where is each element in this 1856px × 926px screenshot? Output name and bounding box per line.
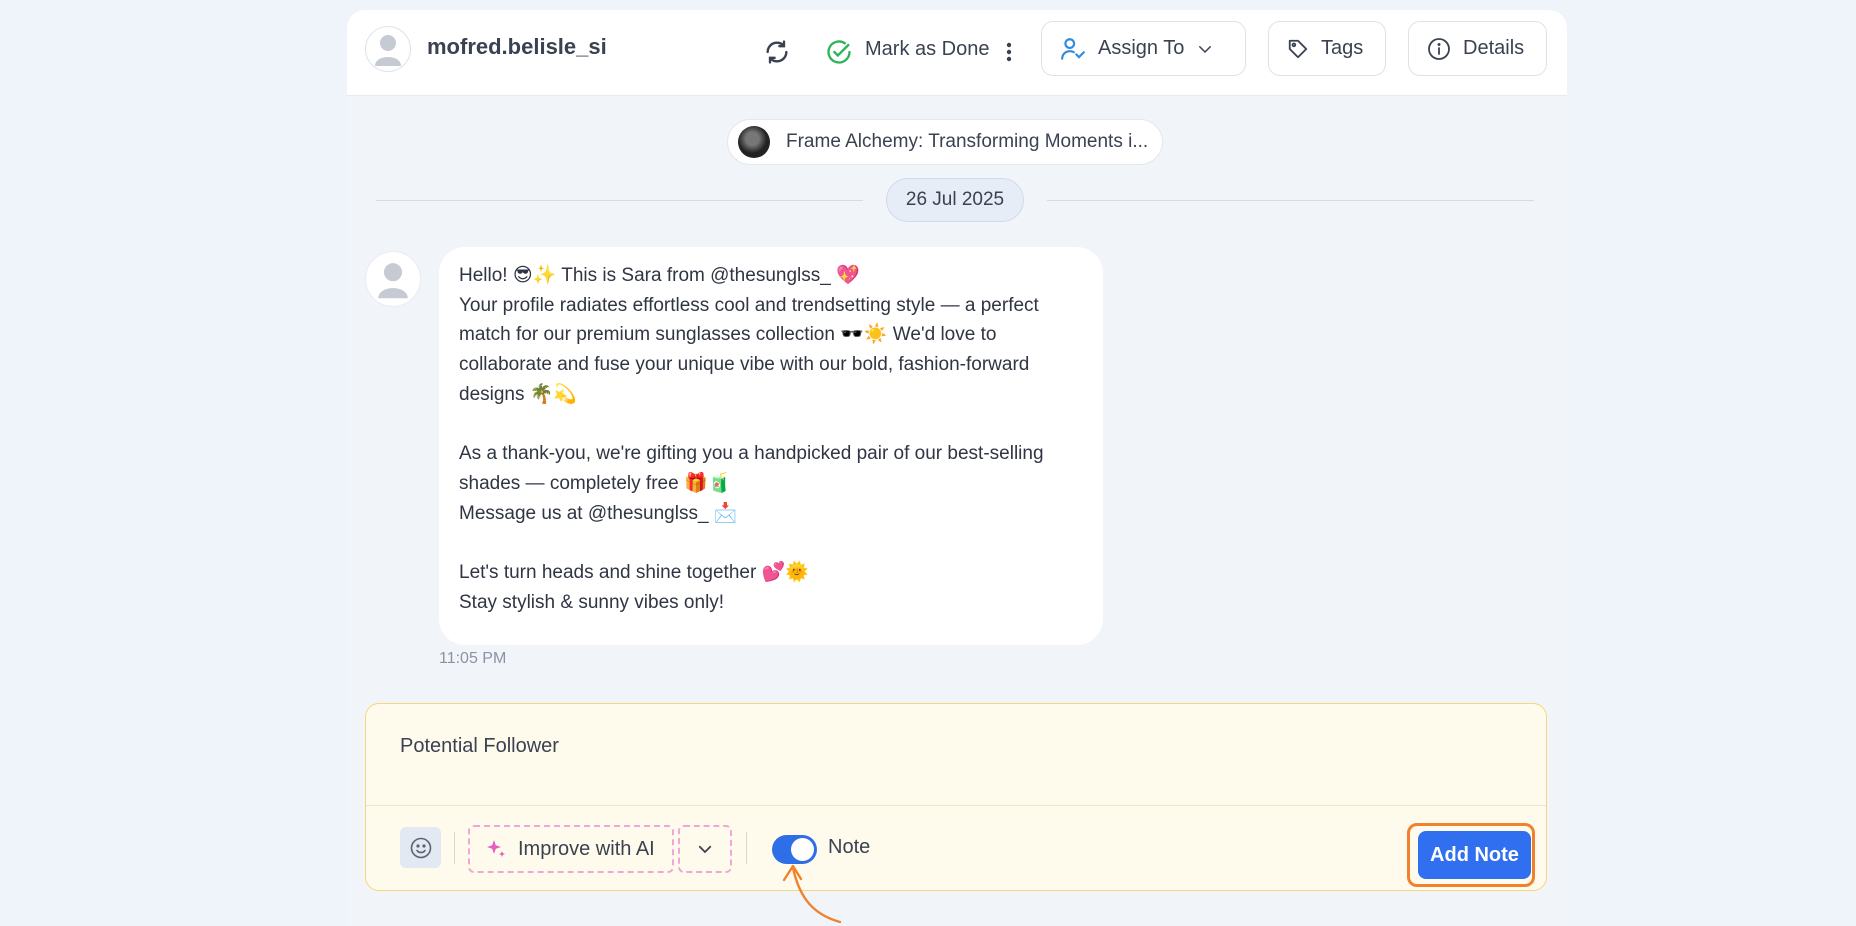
toolbar-separator: [746, 832, 747, 864]
user-avatar[interactable]: [365, 26, 411, 72]
improve-with-ai-button[interactable]: Improve with AI: [468, 825, 674, 873]
sparkle-icon: [487, 840, 505, 857]
chevron-down-icon: [698, 845, 712, 854]
date-separator: 26 Jul 2025: [886, 178, 1024, 222]
pointer-arrow-annotation: [782, 864, 842, 924]
assign-to-label: Assign To: [1098, 37, 1185, 59]
check-circle-icon[interactable]: [823, 36, 855, 68]
message-timestamp: 11:05 PM: [439, 650, 507, 667]
toggle-knob: [791, 838, 814, 861]
post-reference-chip[interactable]: Frame Alchemy: Transforming Moments i...: [727, 119, 1163, 165]
refresh-icon[interactable]: [761, 36, 793, 68]
mark-as-done-button[interactable]: Mark as Done: [865, 38, 990, 61]
tag-icon: [1288, 39, 1308, 58]
info-icon: [1428, 37, 1450, 60]
note-toggle-label: Note: [828, 836, 871, 858]
user-check-icon: [1061, 37, 1085, 60]
message-text: Hello! 😎✨ This is Sara from @thesunglss_…: [459, 265, 1044, 613]
user-avatar-icon: [378, 263, 408, 299]
post-thumbnail: [738, 126, 770, 158]
message-bubble: Hello! 😎✨ This is Sara from @thesunglss_…: [439, 247, 1103, 645]
toolbar-separator: [454, 832, 455, 864]
improve-with-ai-label: Improve with AI: [518, 837, 655, 860]
details-label: Details: [1463, 37, 1525, 59]
note-input[interactable]: Potential Follower: [400, 735, 559, 758]
add-note-button[interactable]: Add Note: [1418, 831, 1531, 879]
ai-options-dropdown[interactable]: [678, 825, 732, 873]
assign-to-button[interactable]: Assign To: [1041, 21, 1246, 76]
post-title: Frame Alchemy: Transforming Moments i...: [786, 131, 1149, 152]
chevron-down-icon: [1199, 45, 1212, 53]
message-sender-avatar: [365, 251, 421, 307]
details-button[interactable]: Details: [1408, 21, 1547, 76]
contact-username: mofred.belisle_si: [427, 34, 607, 59]
note-composer: Potential Follower Improve with AI Note …: [365, 703, 1547, 891]
more-vertical-icon[interactable]: [1001, 37, 1017, 67]
emoji-button[interactable]: [400, 827, 441, 868]
tags-label: Tags: [1321, 37, 1364, 59]
user-avatar-icon: [375, 35, 401, 66]
tags-button[interactable]: Tags: [1268, 21, 1386, 76]
smiley-icon: [410, 837, 431, 858]
composer-divider: [366, 805, 1546, 806]
date-divider-right: [1047, 200, 1534, 201]
conversation-panel: mofred.belisle_si Mark as Done Assign To…: [347, 10, 1567, 926]
conversation-header: mofred.belisle_si Mark as Done Assign To…: [347, 10, 1567, 96]
date-divider-left: [376, 200, 863, 201]
